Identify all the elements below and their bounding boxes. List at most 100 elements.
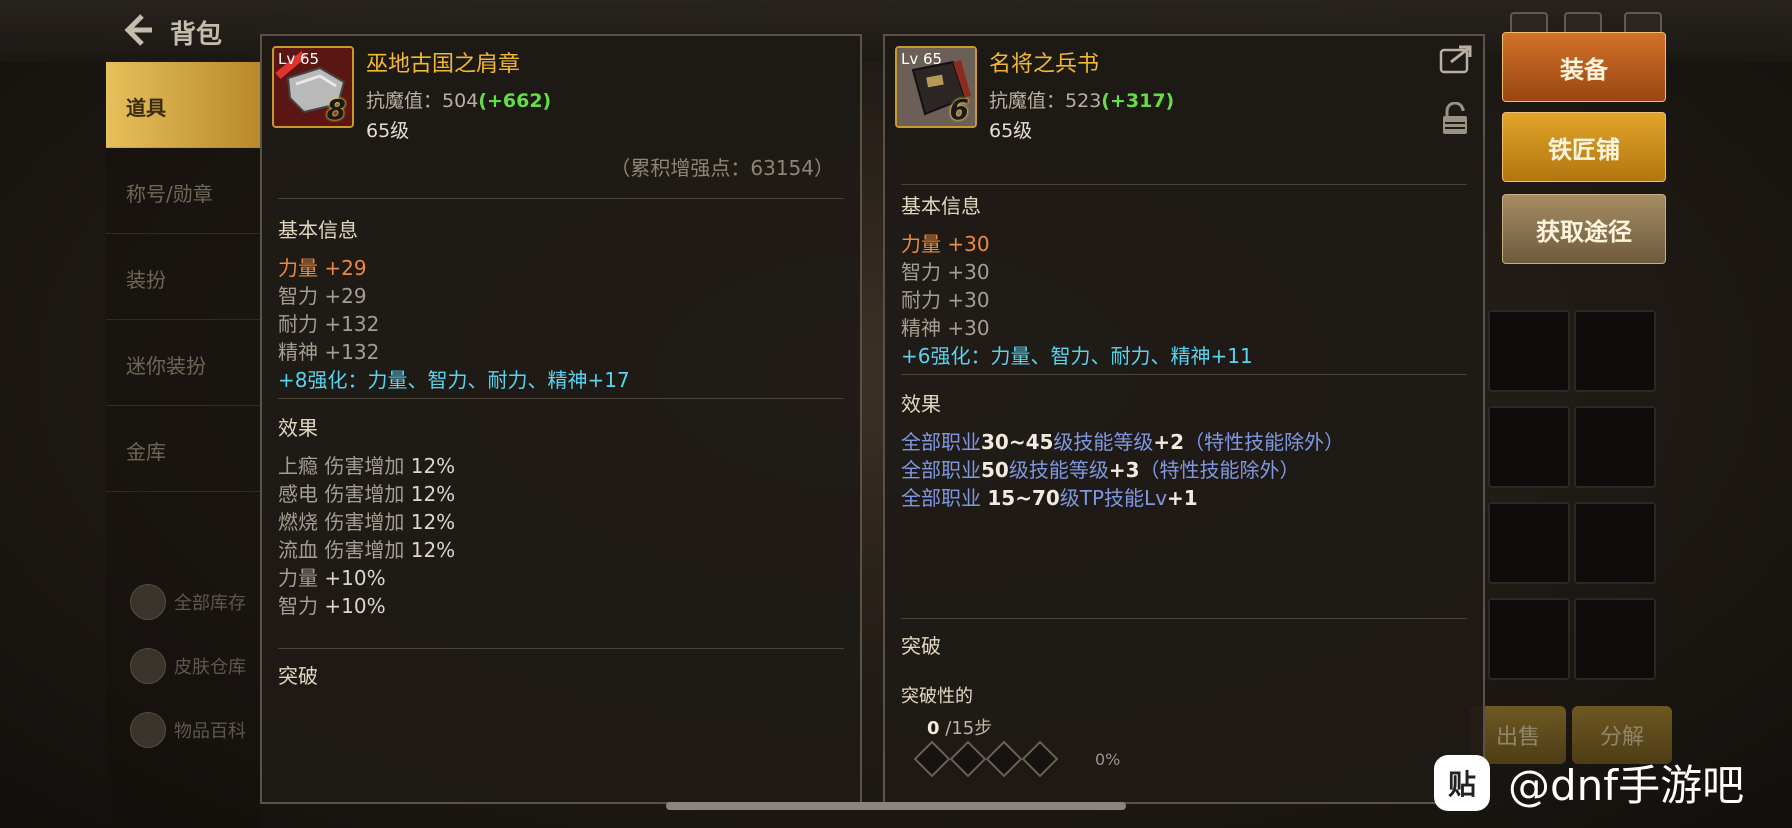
watermark: 贴 @dnf手游吧 [1434,752,1744,813]
stat-value: +30 [947,260,990,284]
item-level: 65级 [366,120,410,142]
basic-info-title: 基本信息 [278,218,358,242]
stat-value: +132 [324,340,380,364]
resist-bonus: (+317) [1101,90,1175,112]
icon-level: Lv 65 [901,50,943,68]
effect-part: （特性技能除外） [1184,430,1345,454]
stat-intelligence: 智力 +30 [901,256,990,285]
item-name: 名将之兵书 [989,52,1100,77]
effect-line: 全部职业30~45级技能等级+2（特性技能除外） [901,426,1344,455]
effect-part: 15~70 [987,486,1060,510]
resist-value: 523 [1065,90,1102,112]
effect-line: 全部职业50级技能等级+3（特性技能除外） [901,454,1300,483]
effect-line: 力量 +10% [278,562,386,591]
effect-label: 上瘾 伤害增加 [278,454,411,478]
divider [901,618,1467,619]
skin-icon [130,648,166,684]
inventory-slot[interactable] [1574,406,1656,488]
divider [278,398,844,399]
nav-bottom-all-storage[interactable]: 全部库存 [130,584,246,620]
effect-part: 级技能等级 [1053,430,1154,454]
effect-part: +2 [1153,430,1185,454]
stat-intelligence: 智力 +29 [278,280,367,309]
stat-strength: 力量 +29 [278,256,367,280]
stat-spirit: 精神 +132 [278,336,379,365]
item-name: 巫地古国之肩章 [366,52,521,77]
progress-diamond [949,740,987,778]
breakthrough-progress-diamonds [913,740,1059,778]
inventory-slot[interactable] [1488,310,1570,392]
nav-item-titles[interactable]: 称号/勋章 [106,148,260,234]
divider [901,184,1467,185]
resist-label: 抗魔值： [366,90,443,112]
stat-label: 耐力 [278,312,325,336]
progress-diamond [985,740,1023,778]
nav-item-mini-avatar[interactable]: 迷你装扮 [106,320,260,406]
nav-item-vault[interactable]: 金库 [106,406,260,492]
home-indicator[interactable] [666,802,1126,810]
stat-vitality: 耐力 +132 [278,308,379,337]
stat-vitality: 耐力 +30 [901,284,990,313]
effect-part: （特性技能除外） [1139,458,1300,482]
stat-enhance: +6强化：力量、智力、耐力、精神+11 [901,344,1253,368]
progress-diamond [1021,740,1059,778]
breakthrough-steps: 0 /15步 [927,714,992,740]
effects-title: 效果 [278,416,318,440]
effect-line: 流血 伤害增加 12% [278,534,455,563]
book-item-icon: Lv 65 6 [895,46,977,128]
effect-part: 级TP技能Lv [1059,486,1168,510]
effect-label: 力量 [278,566,325,590]
inventory-slot[interactable] [1488,502,1570,584]
nav-bottom-skin-storage[interactable]: 皮肤仓库 [130,648,246,684]
effect-value: 12% [410,538,456,562]
inventory-slot[interactable] [1574,598,1656,680]
effect-line: 感电 伤害增加 12% [278,478,455,507]
stat-label: 智力 [901,260,948,284]
inventory-slot[interactable] [1574,502,1656,584]
nav-bottom-label: 物品百科 [174,721,246,742]
steps-current: 0 [927,718,940,739]
breakthrough-percent: 0% [1095,750,1121,769]
breakthrough-title: 突破 [901,634,941,658]
effect-line: 智力 +10% [278,590,386,619]
divider [901,374,1467,375]
divider [278,648,844,649]
stat-label: 耐力 [901,288,948,312]
stat-label: 精神 [901,316,948,340]
icon-enhance-level: 8 [326,93,346,126]
nav-item-items[interactable]: 道具 [106,62,260,148]
effect-part: 30~45 [981,430,1054,454]
breakthrough-subtitle: 突破性的 [901,686,973,707]
nav-item-avatar[interactable]: 装扮 [106,234,260,320]
stat-value: +30 [947,288,990,312]
effect-line: 全部职业 15~70级TP技能Lv+1 [901,482,1198,511]
nav-bottom-label: 全部库存 [174,593,246,614]
watermark-text: @dnf手游吧 [1508,761,1745,810]
accumulated-points: （累积增强点：63154） [610,156,834,180]
lock-icon[interactable] [1441,102,1469,136]
inventory-slot[interactable] [1488,406,1570,488]
resist-value: 504 [442,90,479,112]
inventory-slot[interactable] [1574,310,1656,392]
acquire-source-button[interactable]: 获取途径 [1502,194,1666,264]
effect-part: 全部职业 [901,430,981,454]
page-title: 背包 [170,20,223,50]
tooltip-header: Lv 65 6 名将之兵书 抗魔值：523(+317) 65级 [885,36,1483,158]
effect-label: 智力 [278,594,325,618]
breakthrough-title: 突破 [278,664,318,688]
inventory-slot[interactable] [1488,598,1570,680]
effect-label: 流血 伤害增加 [278,538,411,562]
progress-diamond [913,740,951,778]
effect-value: 12% [410,482,456,506]
resist-label: 抗魔值： [989,90,1066,112]
stat-value: +132 [324,312,380,336]
item-tooltip-compare: Lv 65 8 巫地古国之肩章 抗魔值：504(+662) 65级 （累积增强点… [260,34,862,804]
stat-enhance: +8强化：力量、智力、耐力、精神+17 [278,368,630,392]
storage-icon [130,584,166,620]
blacksmith-button[interactable]: 铁匠铺 [1502,112,1666,182]
back-arrow-icon[interactable] [118,10,158,50]
nav-bottom-encyclopedia[interactable]: 物品百科 [130,712,246,748]
effect-part: +3 [1108,458,1140,482]
equip-button[interactable]: 装备 [1502,32,1666,102]
share-icon[interactable] [1439,44,1473,74]
